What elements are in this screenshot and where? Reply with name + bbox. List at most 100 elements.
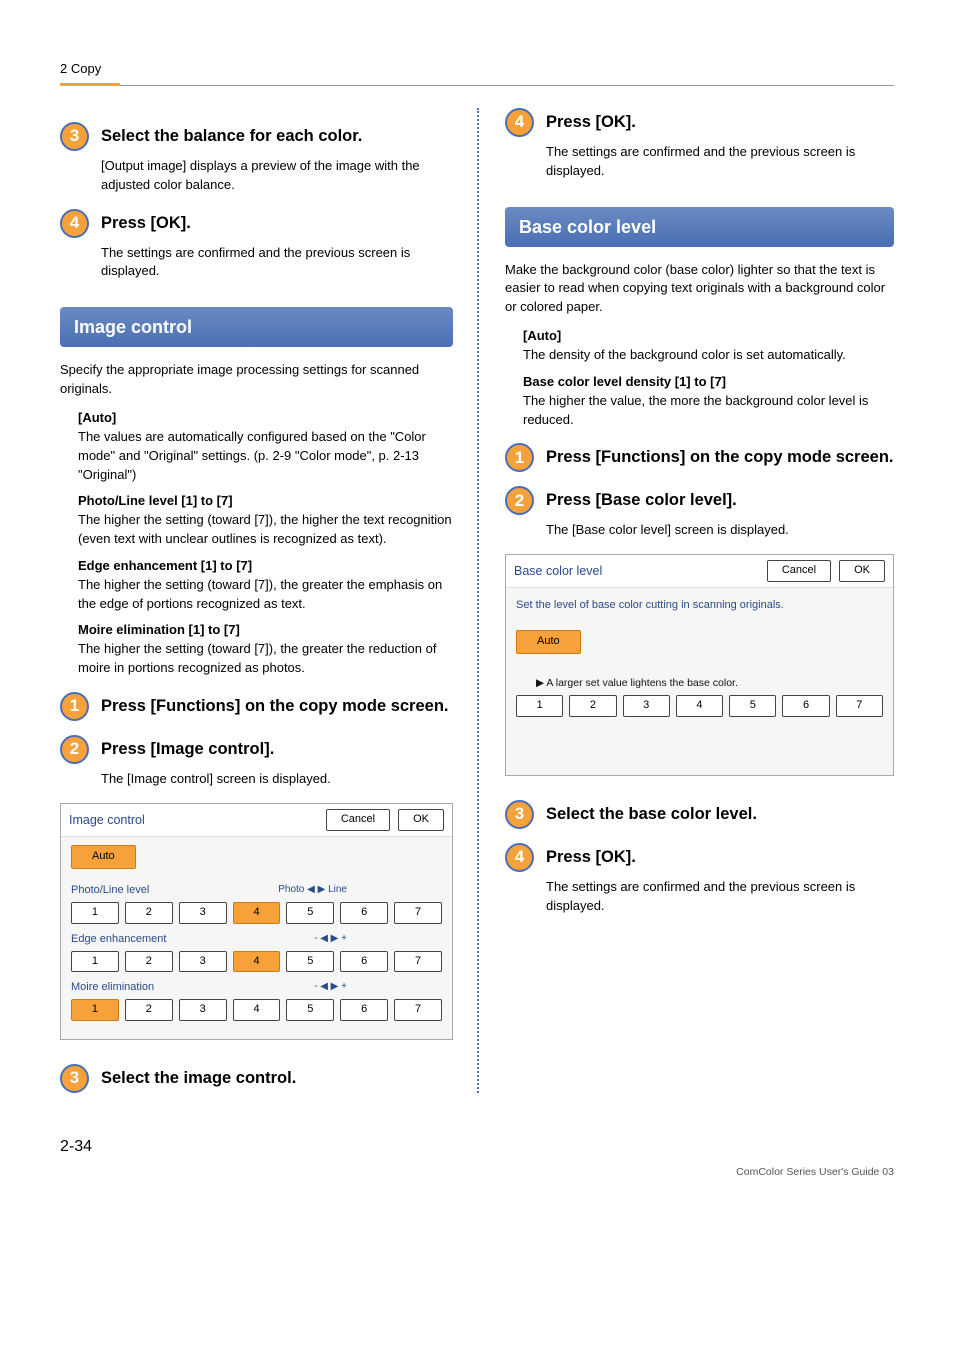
cancel-button[interactable]: Cancel [326, 809, 390, 831]
step-badge: 4 [60, 209, 89, 238]
level-button-3[interactable]: 3 [179, 999, 227, 1021]
level-button-4[interactable]: 4 [233, 999, 281, 1021]
level-button-6[interactable]: 6 [340, 951, 388, 973]
step-title: Press [OK]. [546, 843, 636, 870]
cancel-button[interactable]: Cancel [767, 560, 831, 582]
level-button-7[interactable]: 7 [394, 999, 442, 1021]
level-button-5[interactable]: 5 [729, 695, 776, 717]
ok-button[interactable]: OK [839, 560, 885, 582]
breadcrumb: 2 Copy [60, 61, 101, 76]
ok-button[interactable]: OK [398, 809, 444, 831]
step-1-press-functions: 1 Press [Functions] on the copy mode scr… [60, 692, 453, 721]
step-title: Select the base color level. [546, 800, 757, 827]
step-badge: 1 [60, 692, 89, 721]
step-2-press-image-control: 2 Press [Image control]. [60, 735, 453, 764]
def-label-base-color: Base color level density [1] to [7] [523, 373, 894, 392]
level-button-2[interactable]: 2 [569, 695, 616, 717]
def-label-auto: [Auto] [523, 327, 894, 346]
level-button-5[interactable]: 5 [286, 999, 334, 1021]
def-label-moire: Moire elimination [1] to [7] [78, 621, 453, 640]
label-text: Photo/Line level [71, 883, 149, 899]
step-body: The [Image control] screen is displayed. [101, 770, 453, 789]
step-badge: 3 [60, 1064, 89, 1093]
step-body: The settings are confirmed and the previ… [546, 143, 894, 181]
level-button-5[interactable]: 5 [286, 902, 334, 924]
step-1-press-functions: 1 Press [Functions] on the copy mode scr… [505, 443, 894, 472]
screenshot-header: Image control Cancel OK [61, 804, 452, 837]
level-button-1[interactable]: 1 [71, 951, 119, 973]
step-body: The settings are confirmed and the previ… [101, 244, 453, 282]
level-button-2[interactable]: 2 [125, 999, 173, 1021]
screenshot-title: Image control [69, 811, 145, 829]
screenshot-hint: ▶ A larger set value lightens the base c… [536, 676, 883, 691]
step-3-select-base-color: 3 Select the base color level. [505, 800, 894, 829]
page-number: 2-34 [60, 1135, 894, 1158]
level-button-4[interactable]: 4 [676, 695, 723, 717]
level-button-1[interactable]: 1 [71, 902, 119, 924]
header: 2 Copy [60, 60, 894, 86]
def-body: The higher the setting (toward [7]), the… [78, 640, 453, 678]
auto-button[interactable]: Auto [71, 845, 136, 869]
step-badge: 3 [505, 800, 534, 829]
step-4-press-ok-top: 4 Press [OK]. [505, 108, 894, 137]
step-title: Press [OK]. [101, 209, 191, 236]
level-button-1[interactable]: 1 [516, 695, 563, 717]
screenshot-base-color: Base color level Cancel OK Set the level… [505, 554, 894, 776]
level-row-moire: 1234567 [71, 999, 442, 1021]
row-label-moire: Moire elimination - ◀ ▶ + [71, 980, 442, 996]
step-body: [Output image] displays a preview of the… [101, 157, 453, 195]
step-badge: 4 [505, 843, 534, 872]
def-body: The higher the setting (toward [7]), the… [78, 511, 453, 549]
step-3-select-image-control: 3 Select the image control. [60, 1064, 453, 1093]
step-title: Press [OK]. [546, 108, 636, 135]
section-heading-image-control: Image control [60, 307, 453, 347]
footer-text: ComColor Series User's Guide 03 [60, 1165, 894, 1180]
level-button-3[interactable]: 3 [179, 951, 227, 973]
screenshot-message: Set the level of base color cutting in s… [516, 598, 883, 614]
step-title: Press [Image control]. [101, 735, 274, 762]
level-button-7[interactable]: 7 [836, 695, 883, 717]
step-badge: 1 [505, 443, 534, 472]
column-divider [477, 108, 479, 1093]
level-button-6[interactable]: 6 [340, 999, 388, 1021]
def-label-photo-line: Photo/Line level [1] to [7] [78, 492, 453, 511]
step-4-press-ok-bottom: 4 Press [OK]. [505, 843, 894, 872]
range-label: Photo ◀ ▶ Line [278, 883, 347, 899]
level-button-3[interactable]: 3 [623, 695, 670, 717]
left-column: 3 Select the balance for each color. [Ou… [60, 108, 477, 1093]
step-body: The [Base color level] screen is display… [546, 521, 894, 540]
step-title: Press [Base color level]. [546, 486, 737, 513]
screenshot-image-control: Image control Cancel OK Auto Photo/Line … [60, 803, 453, 1041]
auto-button[interactable]: Auto [516, 630, 581, 654]
def-body: The higher the setting (toward [7]), the… [78, 576, 453, 614]
def-body: The values are automatically configured … [78, 428, 453, 485]
level-button-5[interactable]: 5 [286, 951, 334, 973]
section-intro: Make the background color (base color) l… [505, 261, 894, 318]
definition-list: [Auto] The density of the background col… [505, 327, 894, 429]
def-label-auto: [Auto] [78, 409, 453, 428]
row-label-edge: Edge enhancement - ◀ ▶ + [71, 932, 442, 948]
screenshot-title: Base color level [514, 562, 602, 580]
level-button-6[interactable]: 6 [782, 695, 829, 717]
def-body: The higher the value, the more the backg… [523, 392, 894, 430]
step-badge: 2 [505, 486, 534, 515]
level-button-4[interactable]: 4 [233, 902, 281, 924]
level-button-2[interactable]: 2 [125, 951, 173, 973]
level-button-4[interactable]: 4 [233, 951, 281, 973]
step-3-color-balance: 3 Select the balance for each color. [60, 122, 453, 151]
level-button-6[interactable]: 6 [340, 902, 388, 924]
level-row-photo-line: 1234567 [71, 902, 442, 924]
level-button-2[interactable]: 2 [125, 902, 173, 924]
section-intro: Specify the appropriate image processing… [60, 361, 453, 399]
level-button-7[interactable]: 7 [394, 902, 442, 924]
level-button-3[interactable]: 3 [179, 902, 227, 924]
level-button-1[interactable]: 1 [71, 999, 119, 1021]
step-title: Press [Functions] on the copy mode scree… [101, 692, 449, 719]
step-4-press-ok: 4 Press [OK]. [60, 209, 453, 238]
screenshot-header: Base color level Cancel OK [506, 555, 893, 588]
step-badge: 2 [60, 735, 89, 764]
step-badge: 4 [505, 108, 534, 137]
level-button-7[interactable]: 7 [394, 951, 442, 973]
step-title: Press [Functions] on the copy mode scree… [546, 443, 894, 470]
row-label-photo-line: Photo/Line level Photo ◀ ▶ Line [71, 883, 442, 899]
